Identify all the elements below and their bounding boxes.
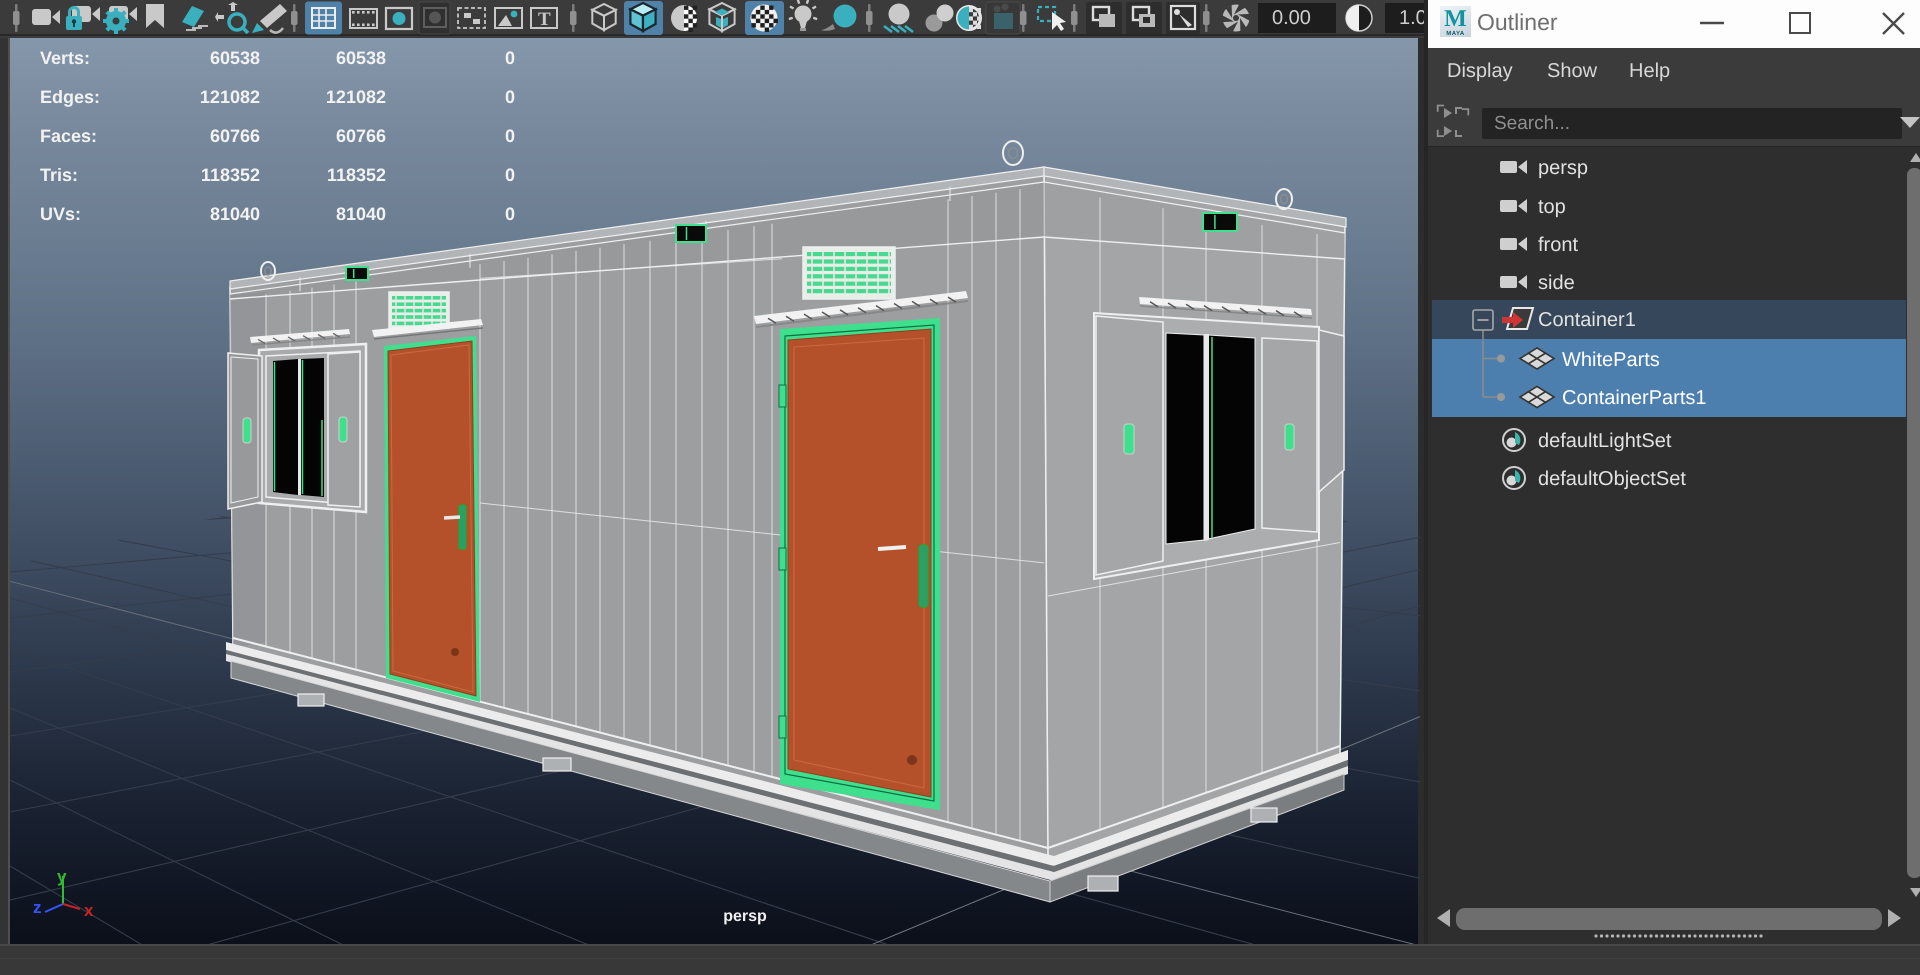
svg-text:defaultLightSet: defaultLightSet [1538,430,1672,452]
svg-text:front: front [1538,234,1578,256]
svg-text:WhiteParts: WhiteParts [1562,349,1660,371]
svg-text:ContainerParts1: ContainerParts1 [1562,387,1707,409]
svg-text:T: T [538,9,551,30]
svg-text:top: top [1538,196,1566,218]
svg-text:Container1: Container1 [1538,309,1636,331]
svg-text:defaultObjectSet: defaultObjectSet [1538,468,1686,490]
svg-text:side: side [1538,272,1575,294]
svg-text:persp: persp [1538,157,1588,179]
svg-text:0.00: 0.00 [1272,7,1311,29]
